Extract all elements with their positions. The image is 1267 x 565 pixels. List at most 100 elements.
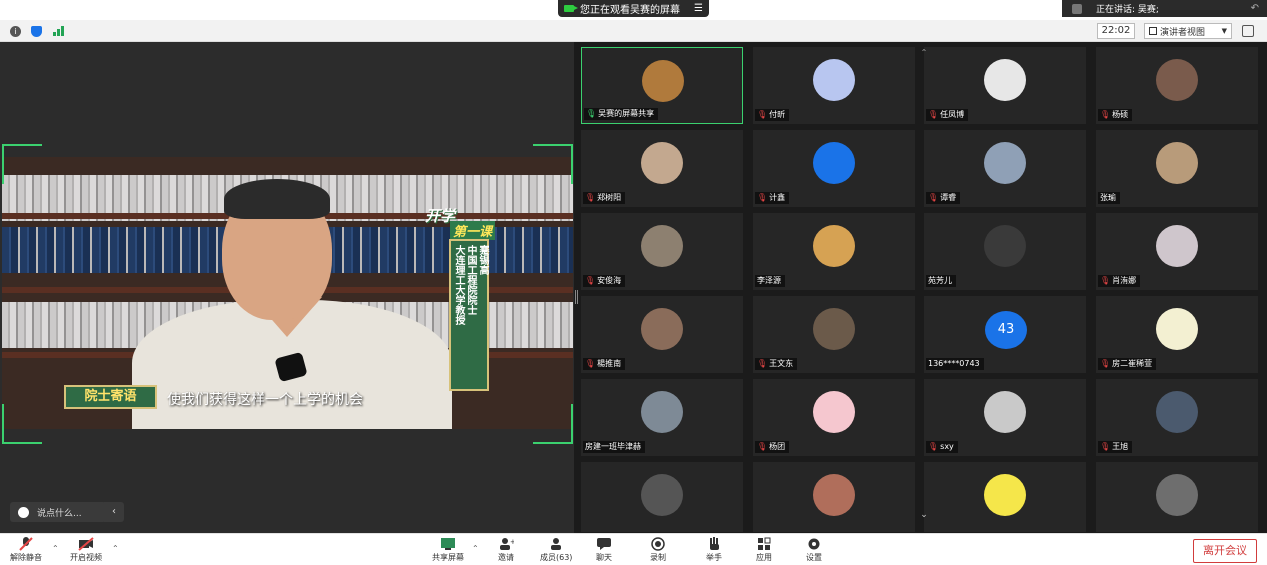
participant-name-tag: 🎙 楊推南 bbox=[583, 358, 626, 370]
participant-name: 李泽源 bbox=[757, 276, 781, 285]
participant-tile[interactable]: 🎙 肖洧娜 bbox=[1096, 213, 1258, 290]
settings-button[interactable]: 设置 bbox=[806, 537, 822, 563]
avatar bbox=[1156, 59, 1198, 101]
chat-input[interactable]: 说点什么... bbox=[10, 502, 106, 522]
mic-muted-icon: 🎙 bbox=[757, 110, 768, 119]
participant-name: 付昕 bbox=[769, 110, 786, 119]
leave-meeting-button[interactable]: 离开会议 bbox=[1193, 539, 1257, 563]
share-screen-button[interactable]: 共享屏幕 bbox=[432, 537, 464, 563]
invite-button[interactable]: + 邀请 bbox=[498, 537, 514, 563]
unmute-label: 解除静音 bbox=[10, 553, 42, 562]
avatar bbox=[641, 308, 683, 350]
participant-name: 杨团 bbox=[769, 442, 786, 451]
frame-corner bbox=[2, 404, 42, 444]
participant-tile[interactable] bbox=[1096, 462, 1258, 532]
participant-tile[interactable]: 43 136****0743 bbox=[924, 296, 1086, 373]
participant-tile[interactable]: 🎙 sxy bbox=[924, 379, 1086, 456]
speaking-text: 正在讲话: 吴赛; bbox=[1096, 5, 1159, 15]
participant-tile[interactable]: 🎙 谭睿 bbox=[924, 130, 1086, 207]
participant-name-tag: 李泽源 bbox=[755, 275, 785, 287]
chevron-left-icon[interactable]: ‹ bbox=[104, 502, 124, 522]
mic-muted-icon: 🎙 bbox=[928, 442, 939, 451]
apps-label: 应用 bbox=[756, 553, 772, 562]
mic-muted-icon: 🎙 bbox=[1100, 359, 1111, 368]
participant-tile[interactable]: 苑芳儿 bbox=[924, 213, 1086, 290]
participant-tile[interactable]: 🎙 付昕 bbox=[753, 47, 915, 124]
avatar bbox=[813, 225, 855, 267]
frame-corner bbox=[533, 404, 573, 444]
participant-name-tag: 🎙 安俊海 bbox=[583, 275, 626, 287]
participant-tile[interactable]: 🎙 郑树阳 bbox=[581, 130, 743, 207]
participant-name: sxy bbox=[940, 442, 954, 451]
screen-share-banner[interactable]: 您正在观看吴赛的屏幕 ☰ bbox=[558, 0, 709, 17]
participant-tile[interactable]: 🎙 计鑫 bbox=[753, 130, 915, 207]
avatar bbox=[641, 142, 683, 184]
participant-name-tag: 🎙 郑树阳 bbox=[583, 192, 626, 204]
participant-tile[interactable]: 🎙 楊推南 bbox=[581, 296, 743, 373]
participant-tile[interactable]: 🎙 吴赛的屏幕共享 bbox=[581, 47, 743, 124]
avatar bbox=[984, 391, 1026, 433]
participant-tile[interactable]: 房建一班毕津赫 bbox=[581, 379, 743, 456]
share-label: 共享屏幕 bbox=[432, 553, 464, 562]
participant-name-tag: 🎙 计鑫 bbox=[755, 192, 790, 204]
record-button[interactable]: 录制 bbox=[650, 537, 666, 563]
participant-name: 吴赛的屏幕共享 bbox=[598, 109, 655, 118]
invite-icon: + bbox=[500, 538, 514, 550]
collapse-icon[interactable]: ↶ bbox=[1251, 3, 1259, 14]
view-mode-label: 演讲者视图 bbox=[1160, 27, 1206, 38]
participant-tile[interactable]: 🎙 房二崔稀萱 bbox=[1096, 296, 1258, 373]
participant-name: 杨硕 bbox=[1112, 110, 1129, 119]
participant-name-tag: 苑芳儿 bbox=[926, 275, 956, 287]
apps-icon bbox=[758, 537, 771, 550]
unmute-button[interactable]: 解除静音 bbox=[10, 537, 42, 563]
participant-name-tag: 🎙 吴赛的屏幕共享 bbox=[584, 108, 659, 120]
avatar bbox=[641, 391, 683, 433]
participant-name-tag: 房建一班毕津赫 bbox=[583, 441, 645, 453]
participant-tile[interactable] bbox=[581, 462, 743, 532]
participant-name-tag: 张瑜 bbox=[1098, 192, 1120, 204]
raise-hand-button[interactable]: 举手 bbox=[706, 537, 722, 563]
chevron-up-icon[interactable]: ⌃ bbox=[918, 48, 930, 57]
participant-tile[interactable]: 🎙 安俊海 bbox=[581, 213, 743, 290]
mic-muted-icon: 🎙 bbox=[757, 359, 768, 368]
participant-count-badge: 43 bbox=[985, 311, 1027, 349]
view-mode-dropdown[interactable]: 演讲者视图 ▼ bbox=[1144, 23, 1232, 39]
members-button[interactable]: 成员(63) bbox=[540, 537, 572, 563]
chat-icon bbox=[597, 538, 611, 550]
participant-tile[interactable]: 李泽源 bbox=[753, 213, 915, 290]
participant-tile[interactable]: 张瑜 bbox=[1096, 130, 1258, 207]
chat-button[interactable]: 聊天 bbox=[596, 537, 612, 563]
chevron-up-icon[interactable]: ⌃ bbox=[472, 544, 479, 553]
participant-tile[interactable]: 🎙 任凤博 bbox=[924, 47, 1086, 124]
participant-tile[interactable]: 🎙 王旭 bbox=[1096, 379, 1258, 456]
participant-name: 苑芳儿 bbox=[928, 276, 952, 285]
participant-name-tag: 🎙 杨硕 bbox=[1098, 109, 1133, 121]
menu-icon[interactable]: ☰ bbox=[694, 3, 703, 14]
emoji-icon[interactable] bbox=[18, 506, 29, 518]
start-video-button[interactable]: 开启视频 bbox=[70, 537, 102, 563]
chevron-up-icon[interactable]: ⌃ bbox=[52, 544, 59, 553]
info-icon[interactable]: i bbox=[10, 26, 21, 37]
participant-tile[interactable] bbox=[753, 462, 915, 532]
fullscreen-icon[interactable] bbox=[1242, 25, 1254, 37]
shield-icon[interactable] bbox=[31, 26, 42, 37]
avatar bbox=[984, 142, 1026, 184]
participant-tile[interactable]: 🎙 杨团 bbox=[753, 379, 915, 456]
avatar bbox=[813, 59, 855, 101]
avatar bbox=[1156, 308, 1198, 350]
avatar bbox=[1156, 474, 1198, 516]
chat-label: 聊天 bbox=[596, 553, 612, 562]
participant-tile[interactable]: 🎙 王文东 bbox=[753, 296, 915, 373]
participant-name: 王文东 bbox=[769, 359, 794, 368]
participant-tile[interactable]: 🎙 杨硕 bbox=[1096, 47, 1258, 124]
participant-tile[interactable] bbox=[924, 462, 1086, 532]
signal-icon[interactable] bbox=[53, 26, 67, 36]
avatar bbox=[813, 391, 855, 433]
mic-muted-icon: 🎙 bbox=[585, 276, 596, 285]
speaker-view-icon bbox=[1149, 27, 1157, 35]
chevron-up-icon[interactable]: ⌃ bbox=[112, 544, 119, 553]
participant-name: 房二崔稀萱 bbox=[1112, 359, 1153, 368]
chevron-down-icon[interactable]: ⌄ bbox=[918, 510, 930, 520]
frame-corner bbox=[533, 144, 573, 184]
apps-button[interactable]: 应用 bbox=[756, 537, 772, 563]
